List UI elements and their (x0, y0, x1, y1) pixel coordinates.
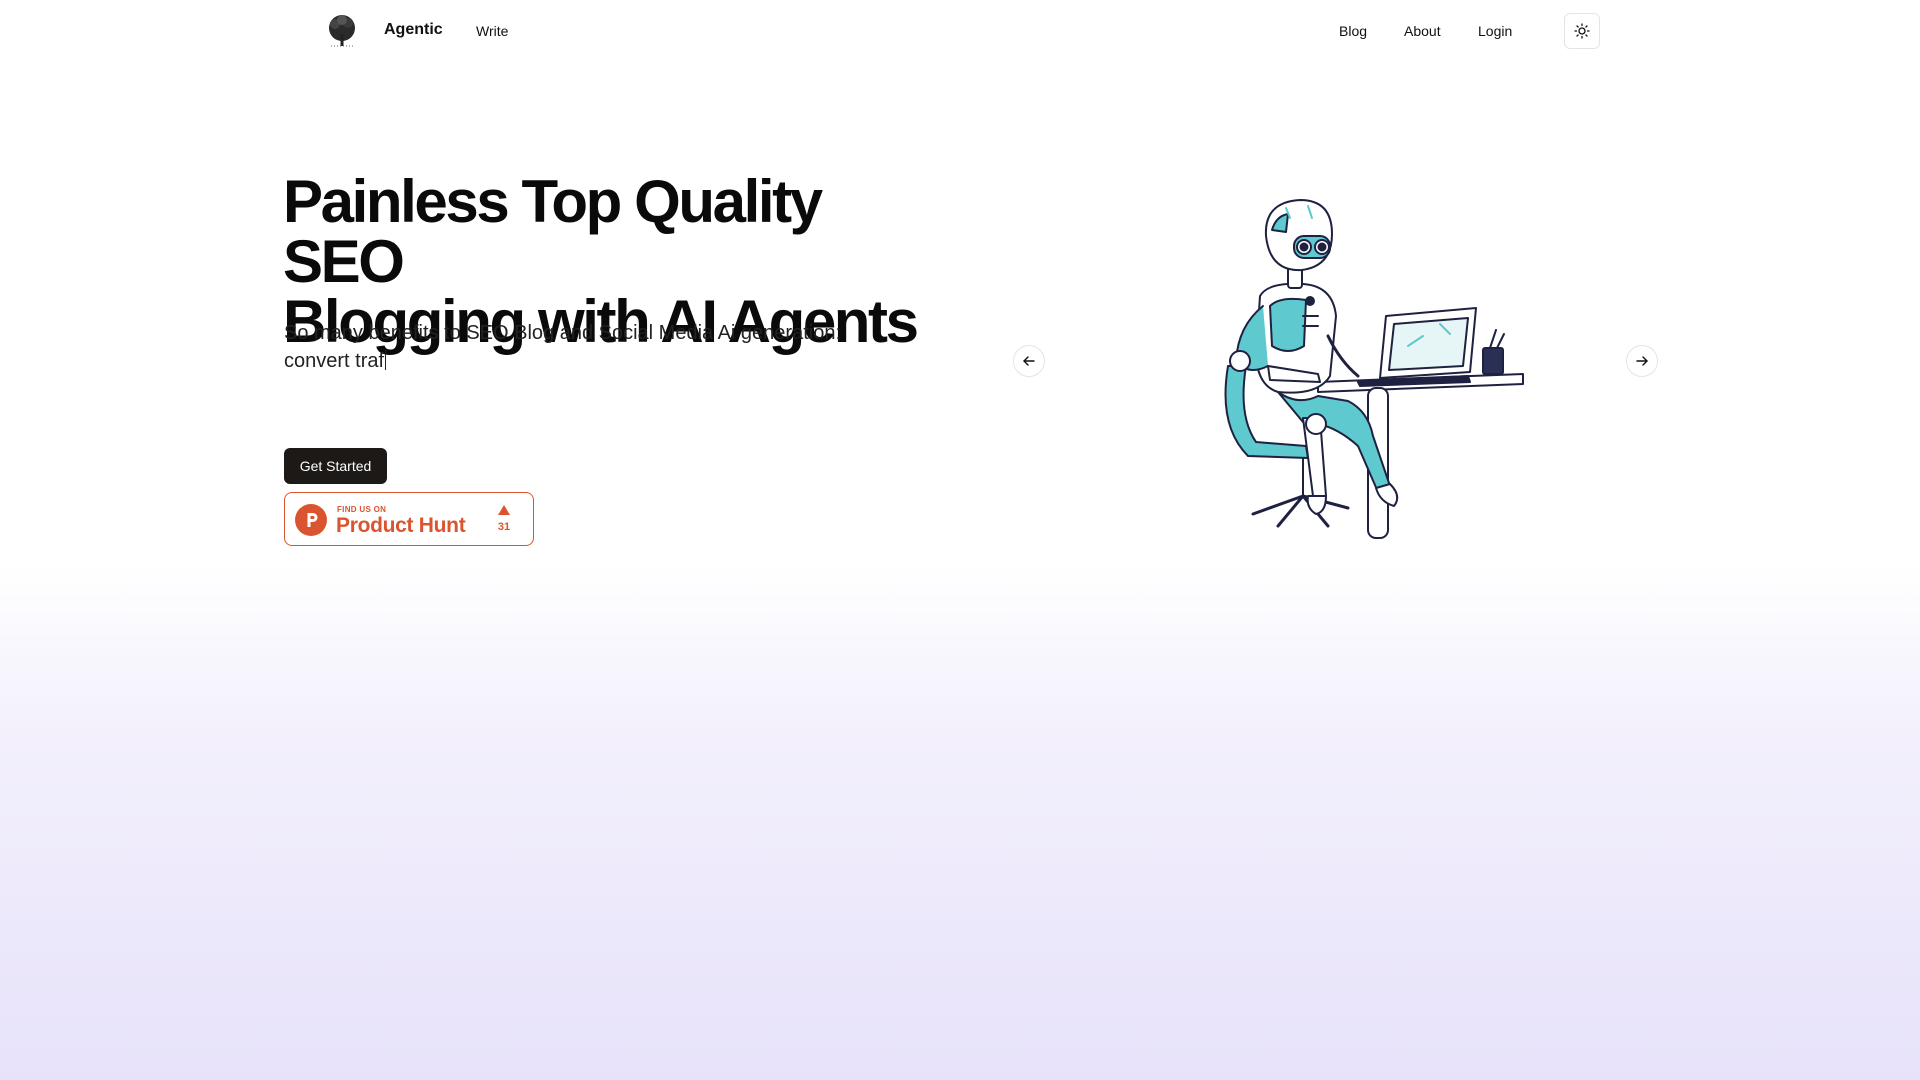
upvote-count: 31 (497, 521, 511, 533)
robot-at-desk-illustration (1224, 199, 1524, 539)
product-hunt-logo-icon (295, 504, 327, 536)
top-navbar: Agentic Write Blog About Login (0, 0, 1920, 62)
brand-name[interactable]: Agentic (384, 21, 443, 39)
product-hunt-label: Product Hunt (336, 514, 466, 537)
nav-login-link[interactable]: Login (1478, 23, 1512, 39)
upvote-arrow-icon (498, 505, 510, 515)
hero-subtitle: So many benefits to SEO Blog and Social … (284, 319, 884, 375)
hero-title-line1: Painless Top Quality SEO (283, 168, 823, 295)
theme-toggle-button[interactable] (1564, 13, 1600, 49)
get-started-button[interactable]: Get Started (284, 448, 387, 484)
product-hunt-small-label: FIND US ON (337, 505, 387, 514)
sun-icon (1574, 23, 1590, 39)
tree-logo-icon[interactable] (323, 12, 361, 50)
arrow-left-icon (1023, 356, 1035, 366)
product-hunt-badge[interactable]: FIND US ON Product Hunt 31 (284, 492, 534, 546)
carousel-prev-button[interactable] (1013, 345, 1045, 377)
hero-subtitle-line1: So many benefits to SEO Blog and Social … (284, 322, 842, 344)
arrow-right-icon (1636, 356, 1648, 366)
hero-subtitle-line2: convert traf (284, 350, 385, 372)
carousel-next-button[interactable] (1626, 345, 1658, 377)
nav-about-link[interactable]: About (1404, 23, 1441, 39)
typing-cursor (385, 350, 387, 370)
nav-write-link[interactable]: Write (476, 23, 508, 39)
nav-blog-link[interactable]: Blog (1339, 23, 1367, 39)
